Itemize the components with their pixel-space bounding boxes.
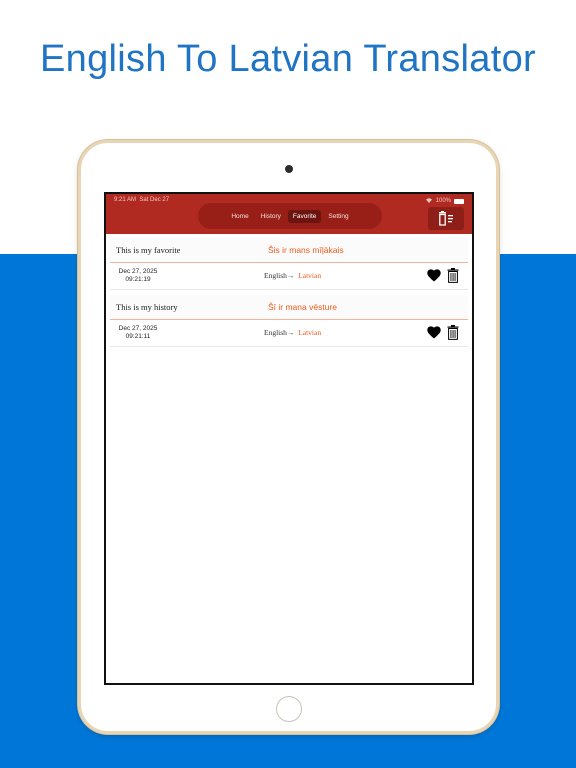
tab-favorite[interactable]: Favorite (287, 209, 322, 223)
tablet-frame: 9:21 AM Sat Dec 27 100% Home History Fav… (78, 140, 499, 734)
target-text: Šī ir mana vēsture (268, 302, 337, 312)
translation-row[interactable]: This is my favorite Šis ir mans mīļākais (110, 238, 468, 263)
language-pair: English→ Latvian (264, 271, 321, 280)
clear-all-button[interactable] (428, 207, 464, 230)
entry-time: 09:21:19 (125, 276, 151, 283)
meta-row: Dec 27, 2025 09:21:19 English→ Latvian (110, 263, 468, 290)
list-item: This is my history Šī ir mana vēsture De… (110, 295, 468, 347)
status-time: 9:21 AM (114, 197, 137, 203)
list-item: This is my favorite Šis ir mans mīļākais… (110, 238, 468, 290)
status-time-date: 9:21 AM Sat Dec 27 (114, 197, 169, 203)
camera (285, 165, 293, 173)
status-indicators: 100% (425, 197, 464, 205)
tab-setting[interactable]: Setting (323, 210, 353, 223)
language-pair: English→ Latvian (264, 328, 321, 337)
source-text: This is my history (116, 302, 178, 312)
timestamp: Dec 27, 2025 09:21:19 (116, 268, 160, 284)
entry-time: 09:21:11 (125, 333, 151, 340)
promo-headline: English To Latvian Translator (40, 38, 536, 80)
battery-percent: 100% (435, 198, 451, 204)
wifi-icon (425, 197, 433, 205)
arrow-icon: → (286, 328, 295, 337)
from-language: English (264, 328, 287, 337)
source-text: This is my favorite (116, 245, 181, 255)
favorites-list: This is my favorite Šis ir mans mīļākais… (110, 238, 468, 351)
to-language: Latvian (298, 271, 322, 280)
heart-icon[interactable] (427, 269, 441, 283)
arrow-icon: → (286, 271, 295, 280)
tab-switcher: Home History Favorite Setting (198, 203, 382, 229)
app-screen: 9:21 AM Sat Dec 27 100% Home History Fav… (104, 192, 474, 685)
status-date: Sat Dec 27 (139, 197, 170, 203)
trash-icon[interactable] (447, 325, 459, 340)
entry-date: Dec 27, 2025 (118, 268, 158, 275)
battery-icon (454, 198, 464, 204)
heart-icon[interactable] (427, 326, 441, 340)
to-language: Latvian (298, 328, 322, 337)
target-text: Šis ir mans mīļākais (268, 245, 344, 255)
from-language: English (264, 271, 287, 280)
entry-date: Dec 27, 2025 (118, 325, 158, 332)
translation-row[interactable]: This is my history Šī ir mana vēsture (110, 295, 468, 320)
trash-list-icon (439, 211, 453, 226)
tab-history[interactable]: History (256, 210, 286, 223)
trash-icon[interactable] (447, 268, 459, 283)
tab-home[interactable]: Home (226, 210, 253, 223)
home-button[interactable] (276, 696, 302, 722)
meta-row: Dec 27, 2025 09:21:11 English→ Latvian (110, 320, 468, 347)
timestamp: Dec 27, 2025 09:21:11 (116, 325, 160, 341)
navigation-bar: 9:21 AM Sat Dec 27 100% Home History Fav… (106, 194, 472, 234)
